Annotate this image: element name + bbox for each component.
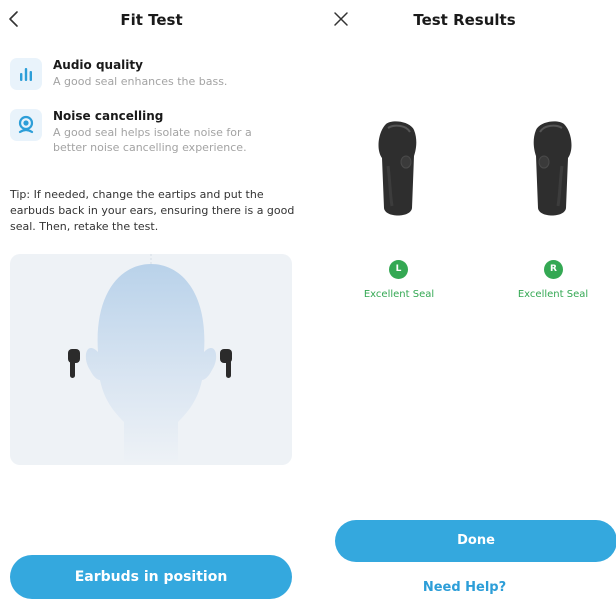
left-earbud-icon (68, 349, 80, 378)
panel-divider (306, 0, 307, 597)
feature-title: Audio quality (53, 58, 143, 72)
left-seal-status: Excellent Seal (363, 289, 435, 300)
need-help-link[interactable]: Need Help? (313, 580, 616, 595)
left-badge: L (389, 260, 408, 279)
equalizer-icon (10, 58, 42, 90)
left-earbud-image (378, 121, 417, 216)
right-seal-status: Excellent Seal (517, 289, 589, 300)
noise-cancel-icon (10, 109, 42, 141)
right-earbud-image (533, 121, 572, 216)
done-button[interactable]: Done (335, 520, 616, 562)
page-title: Test Results (413, 11, 516, 29)
fit-illustration (10, 254, 292, 465)
feature-description: A good seal helps isolate noise for a be… (53, 126, 252, 154)
tip-text: Tip: If needed, change the eartips and p… (10, 188, 295, 233)
fit-test-panel: Fit Test Audio quality A good seal enhan… (0, 0, 303, 599)
page-title: Fit Test (120, 11, 183, 29)
earbuds-in-position-button[interactable]: Earbuds in position (10, 555, 292, 599)
head-illustration (68, 254, 232, 465)
test-results-panel: Test Results L R Excellent Seal Excellen… (313, 0, 616, 597)
feature-description: A good seal enhances the bass. (53, 75, 228, 88)
right-badge: R (544, 260, 563, 279)
right-earbud-icon (220, 349, 232, 378)
feature-title: Noise cancelling (53, 109, 164, 123)
